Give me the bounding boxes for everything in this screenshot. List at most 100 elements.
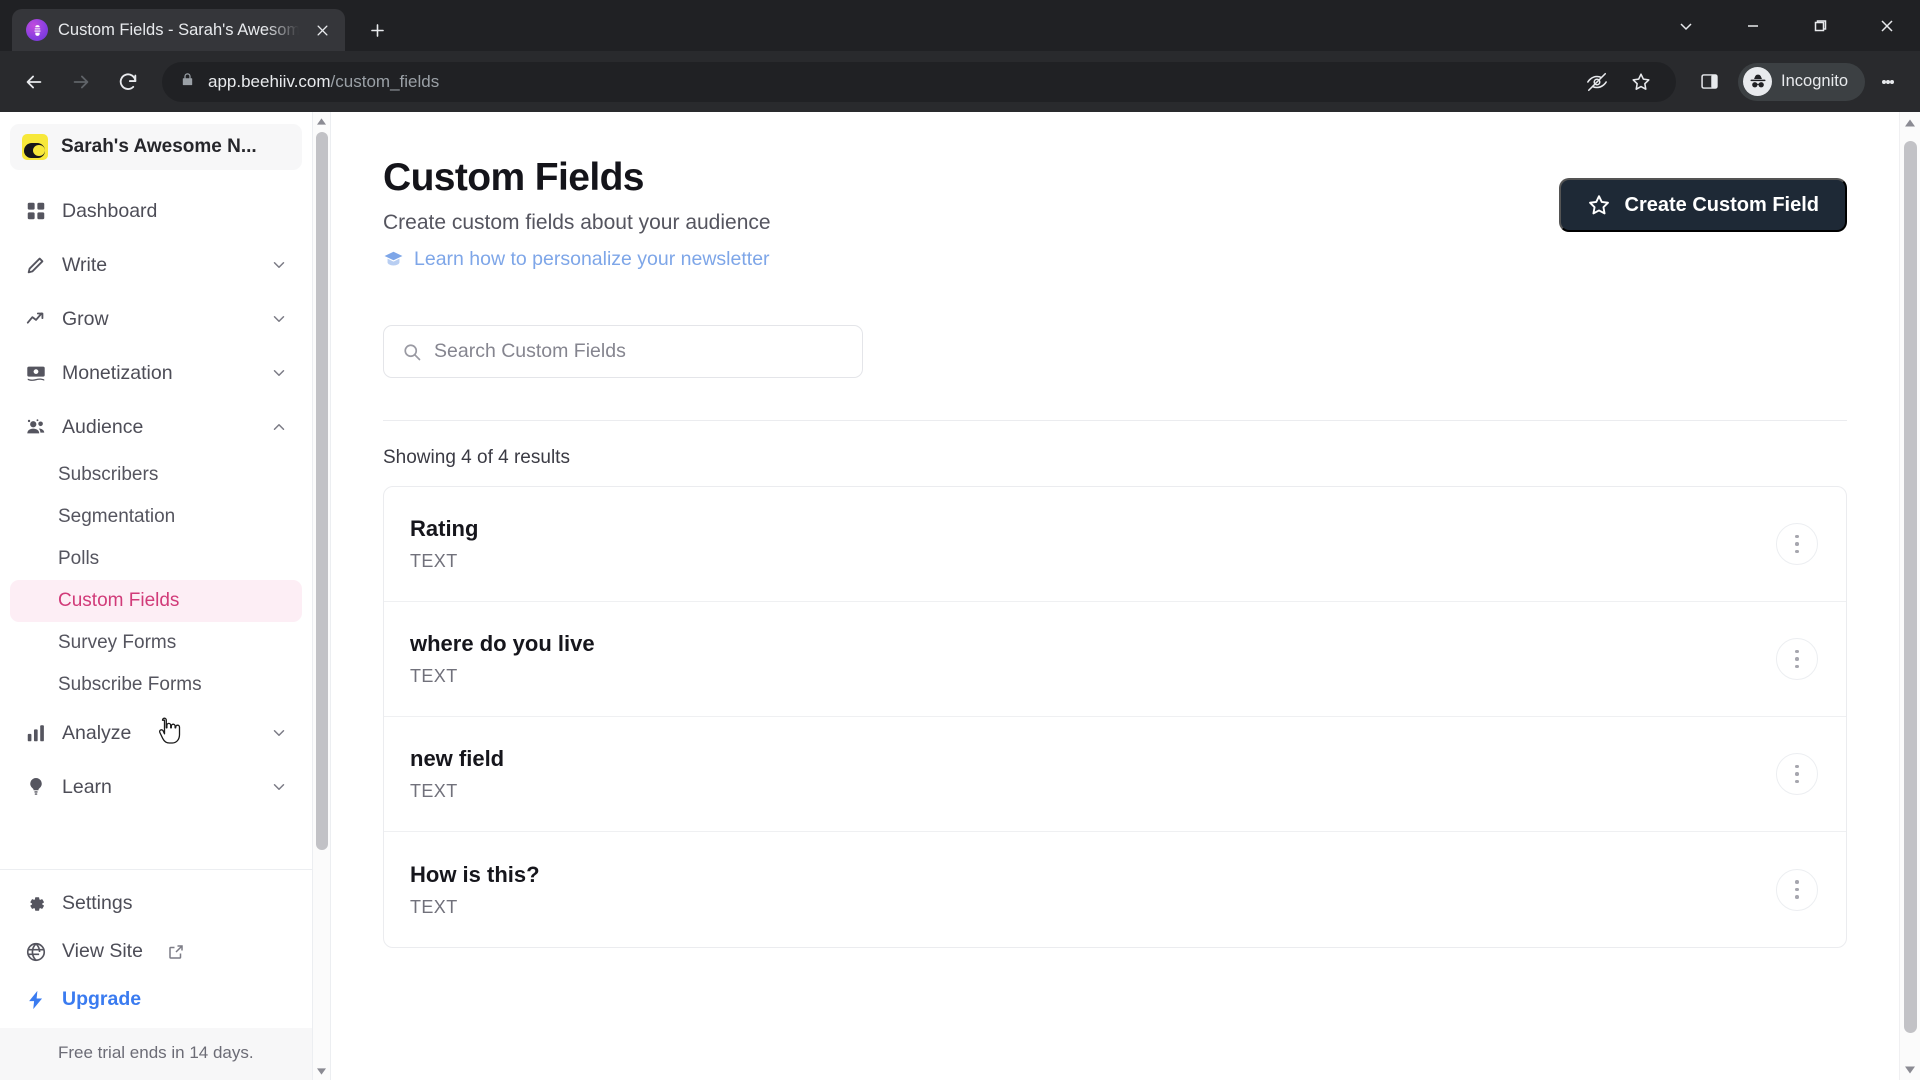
close-window-icon[interactable] — [1853, 0, 1920, 51]
sidebar-item-survey-forms[interactable]: Survey Forms — [10, 622, 302, 664]
sidebar-scroll-thumb[interactable] — [316, 132, 328, 850]
external-link-icon — [167, 943, 185, 961]
tab-title: Custom Fields - Sarah's Awesom — [58, 20, 299, 39]
chevron-down-icon[interactable] — [1652, 0, 1719, 51]
sidebar-item-upgrade[interactable]: Upgrade — [10, 976, 302, 1024]
incognito-label: Incognito — [1781, 72, 1848, 90]
app-sidebar: Sarah's Awesome N... Dashboard Write Gro… — [0, 112, 313, 1080]
pencil-icon — [24, 253, 48, 277]
sidebar-item-analyze[interactable]: Analyze — [10, 706, 302, 760]
back-icon[interactable] — [12, 60, 56, 104]
reload-icon[interactable] — [106, 60, 150, 104]
sidebar-label: Learn — [62, 775, 112, 798]
sidebar-label: Polls — [58, 548, 100, 569]
browser-window: Custom Fields - Sarah's Awesom app.beehi… — [0, 0, 1920, 1080]
sidebar-scroll-track[interactable] — [313, 130, 330, 1062]
search-box[interactable] — [383, 325, 863, 378]
main-content: Custom Fields Create custom fields about… — [331, 112, 1899, 1080]
minimize-icon[interactable] — [1719, 0, 1786, 51]
create-custom-field-button[interactable]: Create Custom Field — [1558, 178, 1847, 232]
scroll-down-icon[interactable] — [313, 1062, 331, 1080]
url-text: app.beehiiv.com/custom_fields — [208, 72, 439, 92]
browser-tab[interactable]: Custom Fields - Sarah's Awesom — [12, 9, 345, 51]
forward-icon[interactable] — [59, 60, 103, 104]
field-name: How is this? — [410, 861, 540, 887]
url-host: app.beehiiv.com — [208, 71, 331, 91]
browser-toolbar: app.beehiiv.com/custom_fields Incognito — [0, 51, 1920, 112]
search-input[interactable] — [434, 340, 844, 363]
page-title: Custom Fields — [383, 156, 645, 199]
grid-icon — [24, 199, 48, 223]
sidebar-item-custom-fields[interactable]: Custom Fields — [10, 580, 302, 622]
chrome-menu-icon[interactable] — [1868, 62, 1908, 102]
sidebar-item-polls[interactable]: Polls — [10, 538, 302, 580]
bar-chart-icon — [24, 721, 48, 745]
star-icon — [1588, 195, 1609, 215]
page-header: Custom Fields Create custom fields about… — [331, 156, 1899, 275]
sidebar-scrollbar[interactable] — [313, 112, 331, 1080]
sidebar-item-grow[interactable]: Grow — [10, 292, 302, 346]
people-icon — [24, 415, 48, 439]
trial-notice: Free trial ends in 14 days. — [0, 1027, 312, 1080]
sidebar-label: Settings — [62, 892, 133, 915]
maximize-icon[interactable] — [1786, 0, 1853, 51]
chevron-down-icon — [270, 364, 288, 382]
page-scroll-track[interactable] — [1900, 133, 1920, 1059]
chevron-down-icon — [270, 778, 288, 796]
row-menu-icon[interactable] — [1776, 523, 1818, 565]
lock-icon — [180, 71, 195, 93]
cookie-blocked-icon[interactable] — [1576, 61, 1618, 103]
sidebar-item-monetization[interactable]: Monetization — [10, 346, 302, 400]
page-scroll-thumb[interactable] — [1904, 141, 1917, 1033]
table-row[interactable]: new field TEXT — [384, 717, 1846, 832]
sidebar-label: Subscribe Forms — [58, 674, 202, 695]
chevron-down-icon — [270, 256, 288, 274]
search-area — [331, 325, 1899, 378]
chevron-down-icon — [270, 724, 288, 742]
sidebar-item-write[interactable]: Write — [10, 238, 302, 292]
page-subtitle: Create custom fields about your audience — [383, 211, 771, 234]
close-icon[interactable] — [309, 17, 335, 43]
chevron-up-icon — [270, 418, 288, 436]
field-type: TEXT — [410, 666, 458, 686]
row-menu-icon[interactable] — [1776, 868, 1818, 911]
sidebar-item-segmentation[interactable]: Segmentation — [10, 496, 302, 538]
publication-switcher[interactable]: Sarah's Awesome N... — [10, 124, 302, 170]
sidebar-item-settings[interactable]: Settings — [10, 880, 302, 928]
scroll-down-icon[interactable] — [1900, 1059, 1920, 1080]
row-menu-icon[interactable] — [1776, 753, 1818, 795]
sidebar-label: Survey Forms — [58, 632, 177, 653]
table-row[interactable]: where do you live TEXT — [384, 602, 1846, 717]
trend-up-icon — [24, 307, 48, 331]
scroll-up-icon[interactable] — [1900, 112, 1920, 133]
learn-personalize-link[interactable]: Learn how to personalize your newsletter — [383, 248, 770, 271]
field-type: TEXT — [410, 781, 458, 801]
sidebar-item-view-site[interactable]: View Site — [10, 928, 302, 976]
beehiiv-logo — [22, 134, 48, 160]
scroll-up-icon[interactable] — [313, 112, 331, 130]
incognito-profile-chip[interactable]: Incognito — [1738, 62, 1865, 101]
page-scrollbar[interactable] — [1899, 112, 1920, 1080]
sidebar-footer-nav: Settings View Site Upgrade — [0, 880, 312, 1028]
sidebar-item-subscribe-forms[interactable]: Subscribe Forms — [10, 664, 302, 706]
beehiiv-favicon — [26, 19, 48, 41]
sidebar-item-dashboard[interactable]: Dashboard — [10, 184, 302, 238]
sidebar-item-learn[interactable]: Learn — [10, 760, 302, 814]
field-type: TEXT — [410, 896, 458, 917]
address-bar[interactable]: app.beehiiv.com/custom_fields — [162, 61, 1677, 103]
sidebar-item-subscribers[interactable]: Subscribers — [10, 454, 302, 496]
bookmark-star-icon[interactable] — [1620, 61, 1662, 103]
row-menu-icon[interactable] — [1776, 638, 1818, 680]
table-row[interactable]: Rating TEXT — [384, 487, 1846, 602]
sidebar-item-audience[interactable]: Audience — [10, 400, 302, 454]
field-name: new field — [410, 746, 505, 771]
lightning-icon — [24, 988, 48, 1012]
chevron-down-icon — [270, 310, 288, 328]
omnibox-actions — [1576, 61, 1662, 103]
side-panel-icon[interactable] — [1688, 61, 1730, 103]
field-type: TEXT — [410, 551, 458, 571]
sidebar-label: Subscribers — [58, 464, 159, 485]
section-divider — [383, 420, 1847, 421]
new-tab-button[interactable] — [359, 12, 395, 48]
table-row[interactable]: How is this? TEXT — [384, 832, 1846, 947]
